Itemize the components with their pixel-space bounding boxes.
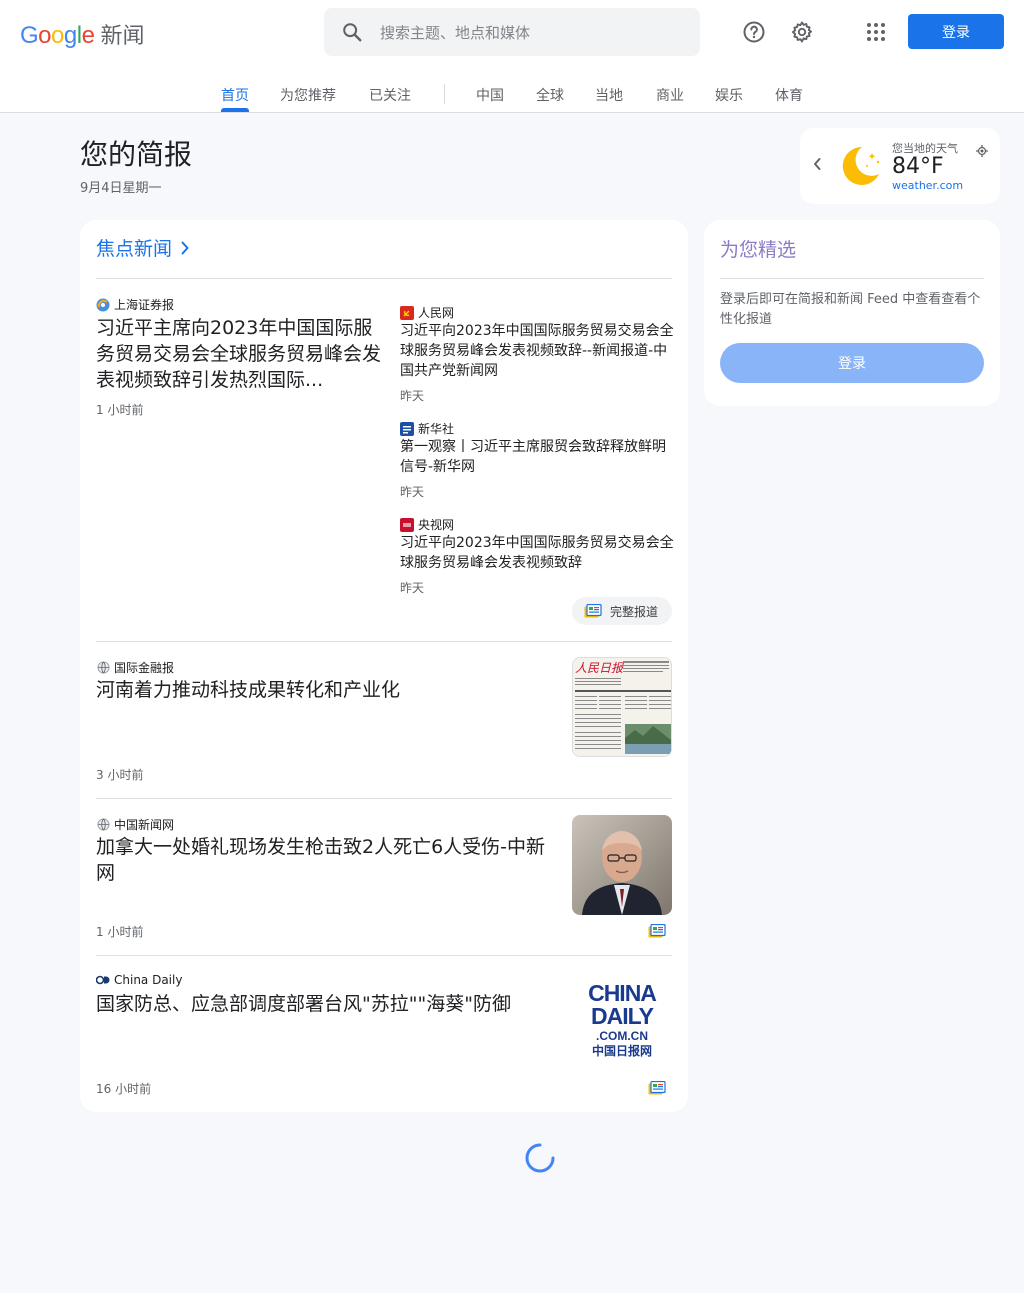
full-coverage-icon[interactable] — [648, 923, 668, 939]
article-time: 1 小时前 — [96, 403, 144, 417]
moon-icon — [836, 142, 884, 194]
tab-for-you[interactable]: 为您推荐 — [280, 85, 336, 105]
source-name: 国际金融报 — [114, 661, 175, 675]
source-logo-icon — [400, 421, 414, 436]
china-daily-thumbnail[interactable]: CHINA DAILY .COM.CN 中国日报网 — [572, 972, 672, 1072]
divider — [96, 641, 672, 642]
thumb-line: DAILY — [591, 1003, 654, 1029]
related-source[interactable]: 央视网 — [400, 516, 454, 533]
source-name: 人民网 — [418, 306, 455, 320]
article-source[interactable]: 上海证券报 — [96, 296, 174, 313]
article-time: 3 小时前 — [96, 768, 144, 782]
related-headline[interactable]: 习近平向2023年中国国际服务贸易交易会全球服务贸易峰会发表视频致辞 — [400, 533, 674, 573]
top-stories-heading[interactable]: 焦点新闻 — [96, 234, 190, 261]
article-thumbnail[interactable] — [572, 815, 672, 915]
thumb-line: .COM.CN — [596, 1029, 648, 1043]
tab-business[interactable]: 商业 — [656, 85, 684, 105]
article-time: 1 小时前 — [96, 925, 144, 939]
chevron-left-icon[interactable] — [812, 156, 822, 175]
divider — [96, 278, 672, 279]
source-logo-icon — [400, 305, 414, 320]
tab-sports[interactable]: 体育 — [775, 85, 803, 105]
weather-widget[interactable]: 您当地的天气 84°F weather.com — [800, 128, 1000, 204]
apps-grid-icon[interactable] — [860, 16, 892, 48]
source-name: 央视网 — [418, 518, 455, 532]
divider — [96, 955, 672, 956]
weather-temperature: 84°F — [892, 154, 944, 179]
picks-signin-button[interactable]: 登录 — [720, 343, 984, 383]
related-source[interactable]: 人民网 — [400, 304, 454, 321]
search-input[interactable]: 搜索主题、地点和媒体 — [380, 22, 530, 43]
related-headline[interactable]: 第一观察丨习近平主席服贸会致辞释放鲜明信号-新华网 — [400, 437, 674, 477]
loading-spinner-icon — [524, 1142, 556, 1178]
thumb-line: 中国日报网 — [591, 1044, 652, 1058]
article-headline[interactable]: 河南着力推动科技成果转化和产业化 — [96, 677, 556, 703]
top-stories-card: 焦点新闻 上海证券报 习近平主席向2023年中国国际服务贸易交易会全球服务贸易峰… — [80, 220, 688, 1112]
tab-local[interactable]: 当地 — [595, 85, 623, 105]
tab-world[interactable]: 全球 — [536, 85, 564, 105]
google-news-logo[interactable]: Google 新闻 — [20, 18, 144, 50]
top-stories-title: 焦点新闻 — [96, 238, 173, 260]
article-time: 16 小时前 — [96, 1082, 152, 1096]
article-source[interactable]: China Daily — [96, 973, 182, 987]
picks-description: 登录后即可在简报和新闻 Feed 中查看查看个性化报道 — [720, 292, 981, 327]
newspaper-thumbnail[interactable]: 人民日报 — [572, 657, 672, 757]
search-icon[interactable] — [324, 21, 380, 43]
tab-china[interactable]: 中国 — [476, 85, 504, 105]
related-time: 昨天 — [400, 485, 425, 499]
search-box[interactable]: 搜索主题、地点和媒体 — [324, 8, 700, 56]
help-icon[interactable] — [738, 16, 770, 48]
related-time: 昨天 — [400, 581, 425, 595]
source-name: 上海证券报 — [114, 298, 175, 312]
related-source[interactable]: 新华社 — [400, 420, 454, 437]
google-wordmark: Google — [20, 22, 95, 49]
source-name: 中国新闻网 — [114, 818, 175, 832]
full-coverage-label: 完整报道 — [610, 604, 659, 619]
article-headline[interactable]: 加拿大一处婚礼现场发生枪击致2人死亡6人受伤-中新网 — [96, 834, 556, 886]
article-headline[interactable]: 习近平主席向2023年中国国际服务贸易交易会全球服务贸易峰会发表视频致辞引发热烈… — [96, 315, 382, 393]
top-header: Google 新闻 搜索主题、地点和媒体 登录 首页 为您推荐 已关注 中国 全… — [0, 0, 1024, 113]
divider — [720, 278, 984, 279]
article-source[interactable]: 国际金融报 — [96, 659, 174, 676]
tab-following[interactable]: 已关注 — [369, 85, 411, 105]
globe-icon — [96, 818, 110, 832]
active-tab-indicator — [221, 108, 249, 112]
signin-button[interactable]: 登录 — [908, 14, 1004, 49]
news-wordmark: 新闻 — [100, 24, 145, 49]
location-icon[interactable] — [976, 142, 988, 161]
article-source[interactable]: 中国新闻网 — [96, 816, 174, 833]
china-daily-logo-icon — [96, 973, 110, 987]
related-time: 昨天 — [400, 389, 425, 403]
related-headline[interactable]: 习近平向2023年中国国际服务贸易交易会全球服务贸易峰会发表视频致辞--新闻报道… — [400, 321, 674, 381]
picks-heading: 为您精选 — [720, 239, 797, 261]
source-logo-icon — [400, 517, 414, 532]
divider — [96, 798, 672, 799]
briefing-date: 9月4日星期一 — [80, 181, 162, 196]
source-name: China Daily — [114, 973, 183, 987]
article-headline[interactable]: 国家防总、应急部调度部署台风"苏拉""海葵"防御 — [96, 991, 556, 1017]
tab-entertainment[interactable]: 娱乐 — [715, 85, 743, 105]
globe-icon — [96, 661, 110, 675]
chevron-right-icon — [180, 240, 190, 256]
picks-for-you-card: 为您精选 登录后即可在简报和新闻 Feed 中查看查看个性化报道 登录 — [704, 220, 1000, 406]
source-name: 新华社 — [418, 422, 455, 436]
section-tabs: 首页 为您推荐 已关注 中国 全球 当地 商业 娱乐 体育 — [0, 74, 1024, 113]
page-title: 您的简报 — [80, 138, 193, 171]
source-logo-icon — [96, 298, 110, 312]
full-coverage-icon — [584, 604, 602, 618]
newspaper-masthead: 人民日报 — [575, 661, 625, 675]
tab-divider — [444, 84, 445, 104]
thumb-line: CHINA — [588, 980, 657, 1006]
tab-home[interactable]: 首页 — [221, 85, 249, 105]
full-coverage-icon[interactable] — [648, 1080, 668, 1096]
gear-icon[interactable] — [786, 16, 818, 48]
full-coverage-button[interactable]: 完整报道 — [572, 597, 672, 625]
weather-source-link[interactable]: weather.com — [892, 179, 963, 192]
